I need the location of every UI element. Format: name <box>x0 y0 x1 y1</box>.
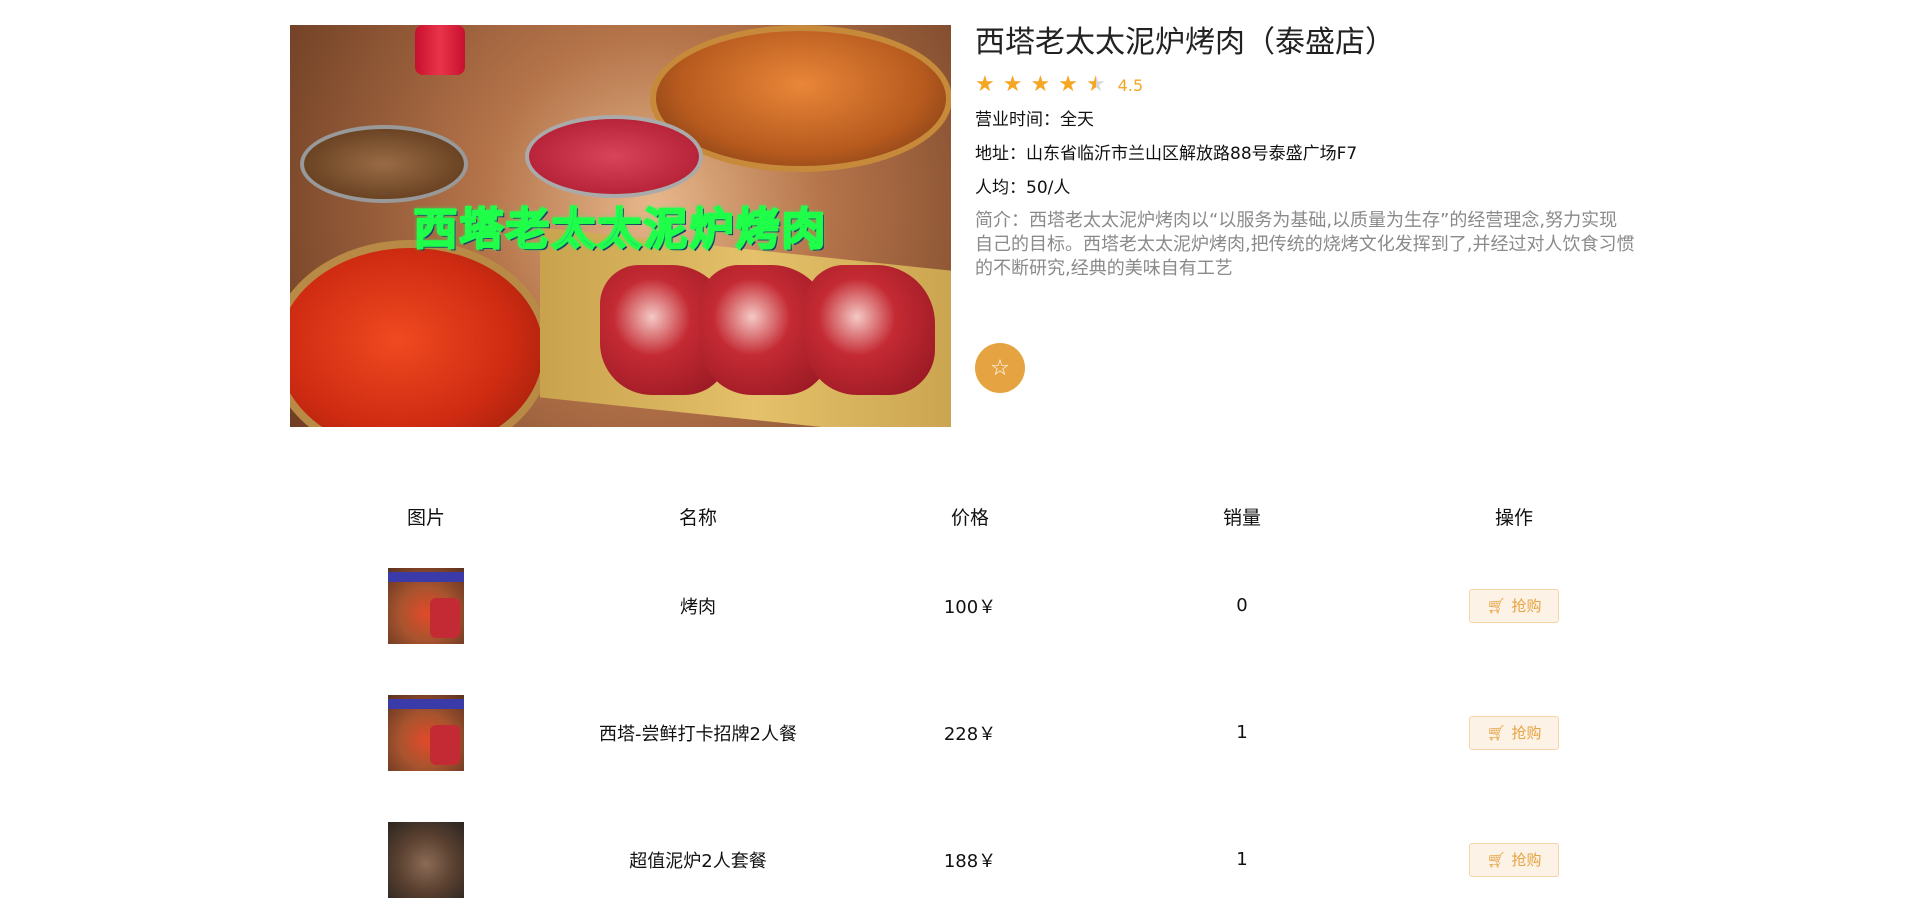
meat-slice <box>805 265 935 395</box>
table-header: 图片 名称 价格 销量 操作 <box>290 490 1650 542</box>
dish-thumbnail <box>388 567 464 644</box>
dish-name: 西塔-尝鲜打卡招牌2人餐 <box>599 723 797 745</box>
dish-thumbnail-banner <box>388 571 464 582</box>
cart-icon: 🛒︎ <box>1486 596 1506 615</box>
dish-price: 100￥ <box>943 596 997 618</box>
star-icon: ★ <box>1030 72 1051 97</box>
dish-thumbnail-meat <box>430 597 460 638</box>
star-outline-icon: ☆ <box>990 355 1010 381</box>
cart-icon: 🛒︎ <box>1486 723 1506 742</box>
cell-action: 🛒︎ 抢购 <box>1378 588 1650 623</box>
shop-title: 西塔老太太泥炉烤肉（泰盛店） <box>975 25 1395 60</box>
shop-hero-image: 西塔老太太泥炉烤肉 <box>290 25 951 427</box>
dish-sales: 1 <box>1236 849 1248 870</box>
rating: ★ ★ ★ ★ ★ 4.5 <box>975 73 1635 97</box>
header-name: 名称 <box>678 506 717 529</box>
hero-caption: 西塔老太太泥炉烤肉 <box>413 203 828 256</box>
cell-action: 🛒︎ 抢购 <box>1378 715 1650 750</box>
dish-thumbnail <box>388 821 464 898</box>
soup-pot <box>290 240 551 427</box>
cart-icon: 🛒︎ <box>1486 850 1506 869</box>
half-star-icon: ★ <box>1085 72 1106 97</box>
plate <box>300 125 468 203</box>
table-row: 烤肉 100￥ 0 🛒︎ 抢购 <box>290 542 1650 669</box>
business-hours: 营业时间：全天 <box>975 110 1094 130</box>
header-image: 图片 <box>406 506 445 529</box>
buy-button-label: 抢购 <box>1511 724 1542 742</box>
buy-button-label: 抢购 <box>1511 851 1542 869</box>
cell-image <box>290 567 562 644</box>
plate <box>525 115 703 198</box>
dish-thumbnail-banner <box>388 698 464 709</box>
favorite-button[interactable]: ☆ <box>975 343 1025 393</box>
dish-thumbnail-meat <box>430 724 460 765</box>
header-price: 价格 <box>950 506 989 529</box>
cell-action: 🛒︎ 抢购 <box>1378 842 1650 877</box>
table-row: 西塔-尝鲜打卡招牌2人餐 228￥ 1 🛒︎ 抢购 <box>290 669 1650 796</box>
star-icon: ★ <box>975 72 995 97</box>
menu-table: 图片 名称 价格 销量 操作 烤肉 100￥ 0 🛒︎ 抢购 西塔-尝鲜打卡招牌2… <box>290 490 1650 923</box>
header-action: 操作 <box>1494 506 1533 529</box>
dish-name: 烤肉 <box>680 596 716 618</box>
buy-button[interactable]: 🛒︎ 抢购 <box>1469 842 1559 877</box>
rating-score: 4.5 <box>1117 75 1144 95</box>
shop-info: 西塔老太太泥炉烤肉（泰盛店） ★ ★ ★ ★ ★ 4.5 营业时间：全天 地址：… <box>975 25 1635 393</box>
cell-image <box>290 694 562 771</box>
buy-button[interactable]: 🛒︎ 抢购 <box>1469 588 1559 623</box>
address: 地址：山东省临沂市兰山区解放路88号泰盛广场F7 <box>975 144 1358 164</box>
shop-card: 西塔老太太泥炉烤肉 西塔老太太泥炉烤肉（泰盛店） ★ ★ ★ ★ ★ 4.5 营… <box>290 25 1634 427</box>
table-row: 超值泥炉2人套餐 188￥ 1 🛒︎ 抢购 <box>290 796 1650 923</box>
buy-button-label: 抢购 <box>1511 597 1542 615</box>
star-icon: ★ <box>1002 72 1023 97</box>
star-icon: ★ <box>1058 72 1078 97</box>
cell-image <box>290 821 562 898</box>
dish-price: 228￥ <box>943 723 997 745</box>
average-price: 人均：50/人 <box>975 178 1071 198</box>
header-sales: 销量 <box>1222 506 1261 529</box>
dish-thumbnail <box>388 694 464 771</box>
buy-button[interactable]: 🛒︎ 抢购 <box>1469 715 1559 750</box>
can <box>415 25 465 75</box>
shop-intro: 简介：西塔老太太泥炉烤肉以“以服务为基础,以质量为生存”的经营理念,努力实现自己… <box>975 210 1635 279</box>
dish-sales: 1 <box>1236 722 1248 743</box>
dish-sales: 0 <box>1236 595 1248 616</box>
